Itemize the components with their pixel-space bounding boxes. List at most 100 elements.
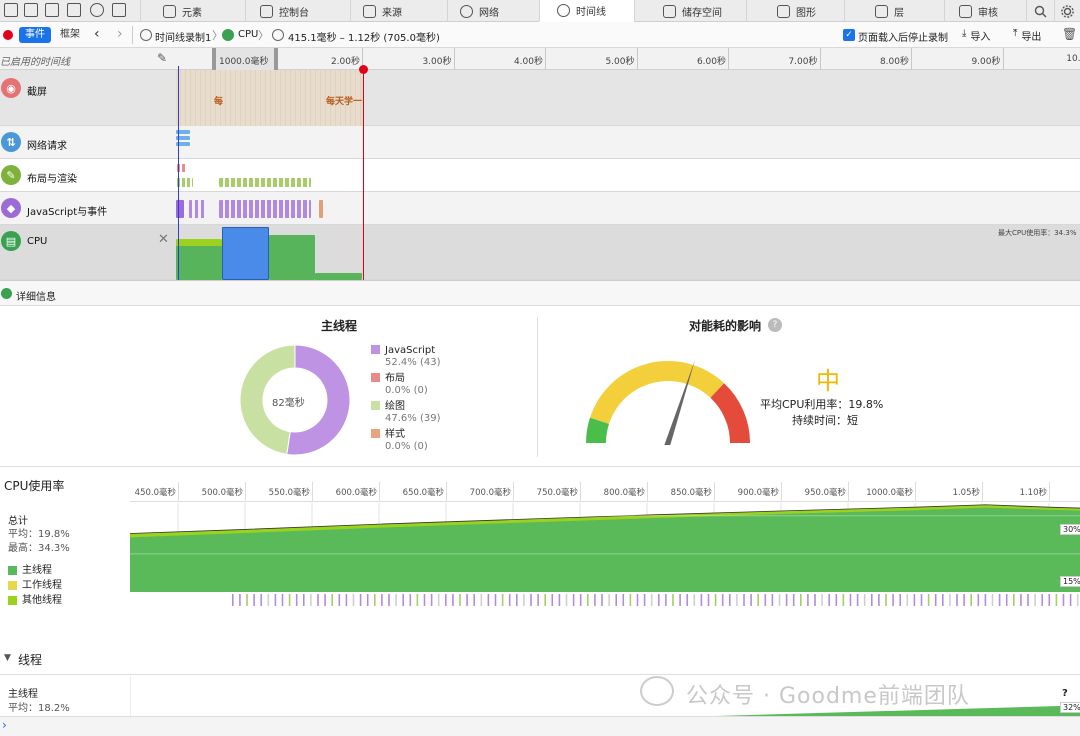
sample-mark xyxy=(927,594,930,606)
playhead-marker[interactable] xyxy=(359,65,368,74)
javascript-icon: ◆ xyxy=(1,198,21,218)
script-bar[interactable] xyxy=(219,200,311,218)
avg-cpu-label: 平均CPU利用率：19.8% xyxy=(760,398,884,411)
track-screenshots[interactable]: ◉ 截屏 每 每天学一 xyxy=(0,70,1080,126)
tab-console[interactable]: 控制台 xyxy=(245,0,350,22)
search-button[interactable] xyxy=(1026,0,1054,22)
gauge-medium-segment xyxy=(590,361,725,424)
legend-value: 47.6% (39) xyxy=(385,413,441,424)
track-network[interactable]: ⇅ 网络请求 xyxy=(0,126,1080,159)
sample-mark xyxy=(466,594,468,606)
tab-layers[interactable]: 层 xyxy=(844,0,944,22)
breadcrumb-recording[interactable]: 时间线录制1 xyxy=(155,29,211,44)
window-icon[interactable] xyxy=(67,3,81,17)
sample-mark xyxy=(530,594,532,606)
tab-timelines[interactable]: 时间线 xyxy=(539,0,634,22)
dock-bottom-icon[interactable] xyxy=(45,3,59,17)
playhead-end[interactable] xyxy=(363,66,364,280)
sample-mark xyxy=(345,594,348,606)
frames-mode-button[interactable]: 框架 xyxy=(60,27,80,43)
script-bar[interactable] xyxy=(189,200,205,218)
track-label: 截屏 xyxy=(27,87,47,98)
sample-mark xyxy=(537,594,539,606)
dock-icon[interactable] xyxy=(4,3,18,17)
export-button[interactable]: ⤒ 导出 xyxy=(1013,28,1041,43)
cpu-bar-selected[interactable] xyxy=(222,227,269,280)
donut-center-label: 82毫秒 xyxy=(272,398,305,409)
events-mode-button[interactable]: 事件 xyxy=(19,27,51,43)
sample-mark xyxy=(459,594,461,606)
tab-storage[interactable]: 储存空间 xyxy=(634,0,746,22)
axis-tick-label: 750.0毫秒 xyxy=(536,488,578,498)
cpu-usage-title: CPU使用率 xyxy=(4,479,65,493)
cpu-bar[interactable] xyxy=(176,239,222,280)
script-bar[interactable] xyxy=(319,200,323,218)
tab-network[interactable]: 网络 xyxy=(447,0,539,22)
track-cpu[interactable]: ▤ CPU ✕ 最大CPU使用率：34.3% xyxy=(0,225,1080,280)
trash-icon[interactable]: 🗑 xyxy=(1062,27,1077,41)
ruler-tick xyxy=(545,48,546,70)
tab-label: 图形 xyxy=(796,7,816,19)
sample-mark xyxy=(650,594,653,606)
timeline-ruler[interactable]: 已启用的时间线 ✎ 1000.0毫秒 2.00秒 3.00秒 4.00秒 5.00秒 6… xyxy=(0,48,1080,70)
export-label: 导出 xyxy=(1021,32,1042,43)
cpu-usage-chart[interactable] xyxy=(130,503,1080,638)
tab-elements[interactable]: 元素 xyxy=(140,0,245,22)
legend-swatch xyxy=(371,429,380,438)
axis-tick xyxy=(245,482,246,502)
tab-audit[interactable]: 审核 xyxy=(944,0,1026,22)
legend-item: JavaScript 52.4% (43) xyxy=(371,345,440,369)
import-button[interactable]: ⤓ 导入 xyxy=(962,28,990,43)
axis-tick-label: 650.0毫秒 xyxy=(402,488,444,498)
forward-chevron-icon[interactable]: › xyxy=(117,26,123,42)
cpu-bar[interactable] xyxy=(269,235,315,280)
paint-bar[interactable] xyxy=(177,178,193,187)
stop-on-load-checkbox[interactable]: ✓ xyxy=(843,29,855,41)
breadcrumb-cpu[interactable]: CPU xyxy=(238,29,258,40)
timeline-filter-input[interactable]: 已启用的时间线 xyxy=(0,53,70,68)
timeline-toolbar: 事件 框架 ‹ › 时间线录制1 〉 CPU 〉 415.1毫秒 – 1.12秒… xyxy=(0,22,1080,48)
axis-tick xyxy=(178,482,179,502)
sample-mark xyxy=(601,594,603,606)
pencil-icon[interactable]: ✎ xyxy=(157,51,167,65)
legend-name: 其他线程 xyxy=(22,595,62,606)
import-icon: ⤓ xyxy=(962,28,967,39)
help-button[interactable]: ? xyxy=(768,318,782,332)
sample-mark xyxy=(991,594,994,606)
sample-mark xyxy=(303,594,305,606)
crosshair-icon[interactable] xyxy=(90,3,104,17)
close-icon[interactable]: ✕ xyxy=(158,232,169,247)
grid-label-30: 30% xyxy=(1060,524,1080,535)
track-layout[interactable]: ✎ 布局与渲染 xyxy=(0,159,1080,192)
timeline-tracks: ◉ 截屏 每 每天学一 ⇅ 网络请求 ✎ 布局与渲染 ◆ JavaScript与… xyxy=(0,65,1080,280)
sample-mark xyxy=(956,594,958,606)
legend-swatch xyxy=(8,596,17,605)
main-thread-area[interactable] xyxy=(130,507,1080,592)
sample-mark xyxy=(1048,594,1051,606)
main-thread-label: 主线程 xyxy=(8,689,38,700)
sample-mark xyxy=(714,594,717,606)
back-chevron-icon[interactable]: ‹ xyxy=(94,26,100,42)
sample-mark xyxy=(239,594,241,606)
legend-name: 绘图 xyxy=(385,401,405,412)
cpu-usage-section: CPU使用率 450.0毫秒 500.0毫秒 550.0毫秒 600.0毫秒 650.0… xyxy=(0,467,1080,642)
tab-graphics[interactable]: 图形 xyxy=(746,0,844,22)
sample-mark xyxy=(899,594,901,606)
sample-mark xyxy=(473,594,475,606)
track-javascript[interactable]: ◆ JavaScript与事件 xyxy=(0,192,1080,225)
cpu-bar[interactable] xyxy=(315,273,362,280)
paint-bar[interactable] xyxy=(219,178,311,187)
device-icon[interactable] xyxy=(112,3,126,17)
console-prompt-icon[interactable]: › xyxy=(2,718,7,732)
help-button[interactable]: ? xyxy=(1062,688,1068,699)
tab-sources[interactable]: 来源 xyxy=(350,0,447,22)
sample-mark xyxy=(856,594,859,606)
record-button[interactable] xyxy=(3,30,13,40)
axis-tick xyxy=(781,482,782,502)
breadcrumb-range[interactable]: 415.1毫秒 – 1.12秒 (705.0毫秒) xyxy=(288,29,440,44)
sidebar-left-icon[interactable] xyxy=(24,3,38,17)
network-icon xyxy=(460,4,473,18)
playhead-start[interactable] xyxy=(178,66,179,280)
settings-button[interactable] xyxy=(1054,0,1080,22)
collapse-triangle-icon[interactable]: ▼ xyxy=(4,653,11,663)
